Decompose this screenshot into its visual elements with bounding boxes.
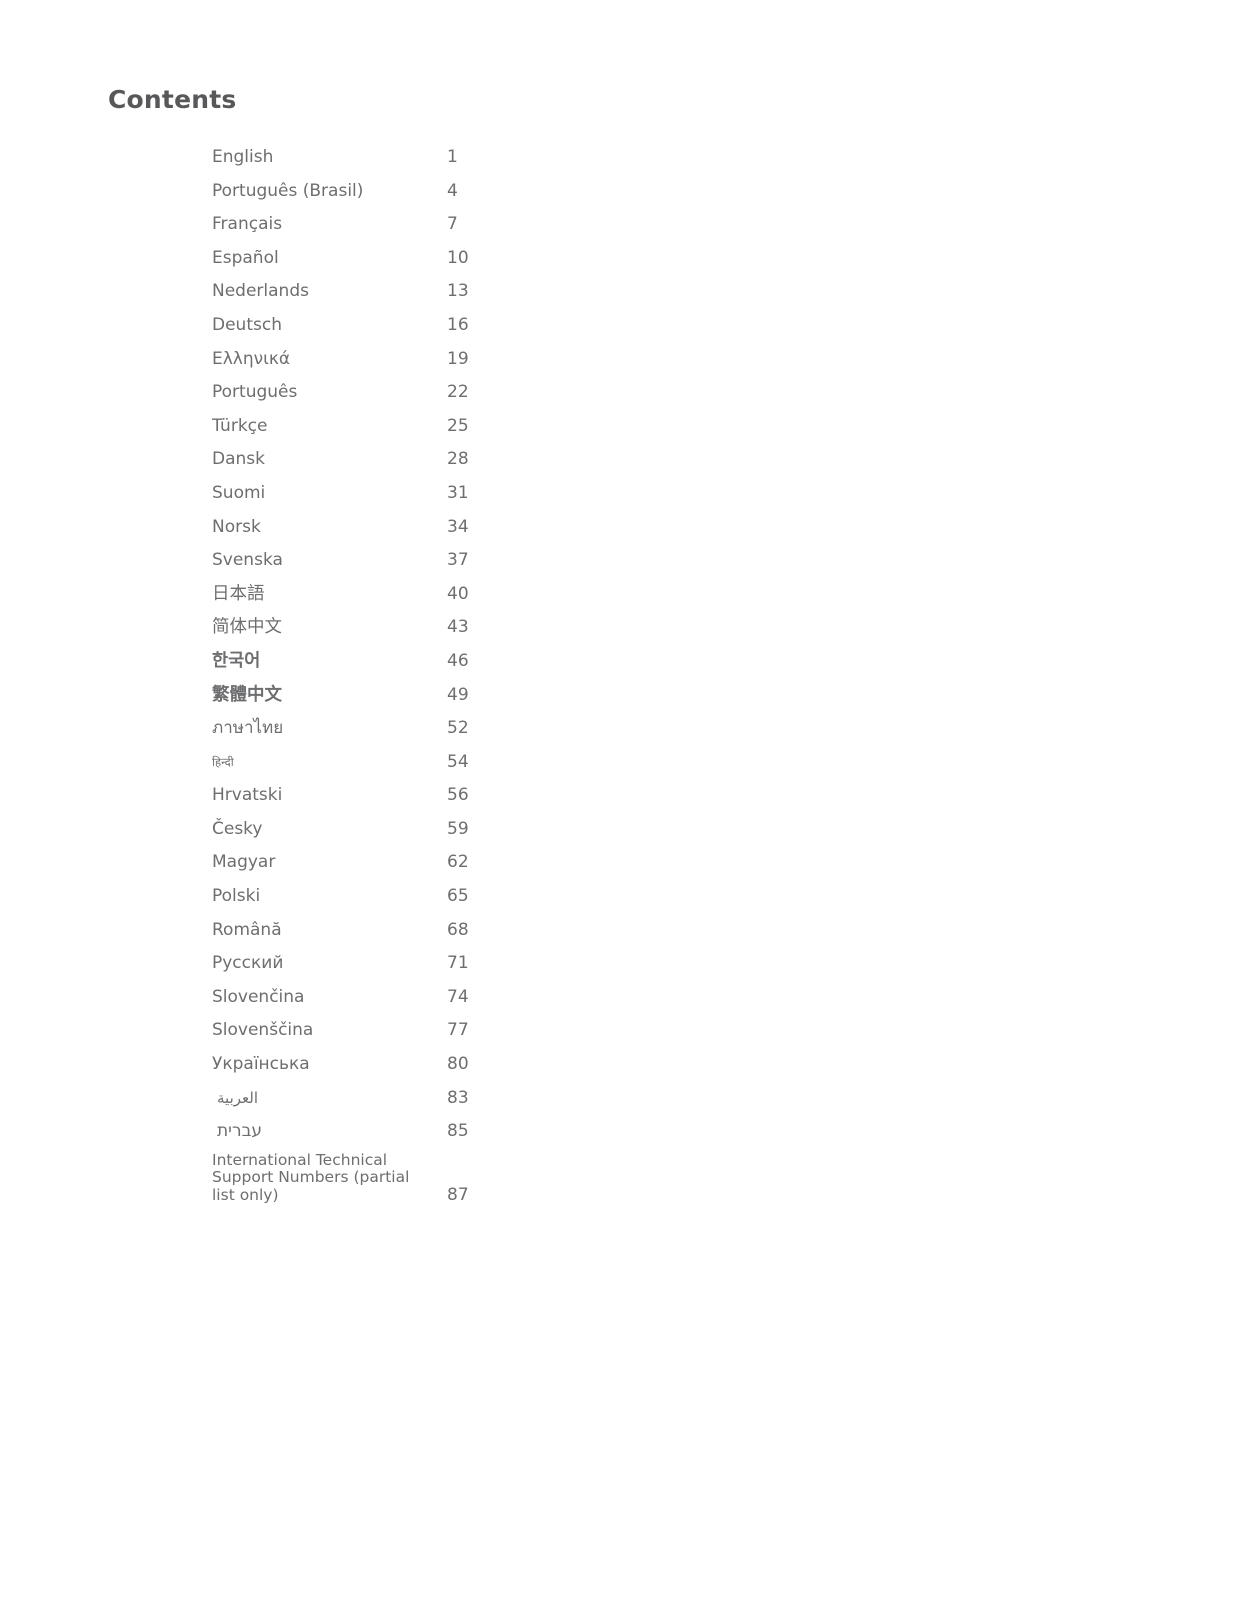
toc-entry[interactable]: 繁體中文 49	[212, 679, 632, 713]
toc-entry-label: 简体中文	[212, 617, 282, 638]
toc-entry[interactable]: Deutsch 16	[212, 309, 632, 343]
toc-entry[interactable]: Português 22	[212, 376, 632, 410]
toc-entry-label: 한국어	[212, 650, 261, 671]
toc-entry-label: 繁體中文	[212, 684, 282, 705]
toc-entry-page-number: 13	[447, 281, 469, 302]
toc-entry[interactable]: Ελληνικά 19	[212, 343, 632, 377]
toc-entry-page-number: 68	[447, 919, 469, 940]
toc-entry-page-number: 7	[447, 214, 458, 235]
toc-entry[interactable]: हिन्दी 54	[212, 746, 632, 780]
toc-entry-page-number: 25	[447, 415, 469, 436]
toc-entry-page-number: 77	[447, 1020, 469, 1041]
toc-entry-page-number: 59	[447, 818, 469, 839]
toc-entry[interactable]: Nederlands 13	[212, 275, 632, 309]
toc-entry-label: Dansk	[212, 449, 265, 470]
toc-entry[interactable]: International Technical Support Numbers …	[212, 1150, 632, 1205]
toc-entry[interactable]: العربية 83	[212, 1082, 632, 1116]
toc-entry-label: Slovenščina	[212, 1020, 314, 1041]
toc-entry-label: עברית	[217, 1121, 263, 1142]
toc-entry-label: Česky	[212, 818, 263, 839]
toc-entry-page-number: 28	[447, 449, 469, 470]
toc-entry[interactable]: Polski 65	[212, 880, 632, 914]
toc-entry-page-number: 10	[447, 247, 469, 268]
toc-entry-label: العربية	[217, 1088, 258, 1107]
toc-entry-page-number: 83	[447, 1087, 469, 1108]
toc-entry-page-number: 56	[447, 785, 469, 806]
toc-entry-label: Svenska	[212, 550, 283, 571]
toc-entry[interactable]: Português (Brasil) 4	[212, 175, 632, 209]
toc-entry-label: 日本語	[212, 583, 265, 604]
toc-entry-label: Nederlands	[212, 281, 309, 302]
toc-entry-page-number: 62	[447, 852, 469, 873]
toc-entry-page-number: 19	[447, 348, 469, 369]
toc-entry[interactable]: Slovenščina 77	[212, 1014, 632, 1048]
toc-entry-page-number: 46	[447, 650, 469, 671]
toc-entry-page-number: 22	[447, 382, 469, 403]
toc-entry-label: Norsk	[212, 516, 261, 537]
toc-entry[interactable]: Svenska 37	[212, 544, 632, 578]
toc-entry-label: International Technical Support Numbers …	[212, 1150, 410, 1204]
toc-entry[interactable]: עברית 85	[212, 1115, 632, 1149]
toc-entry-page-number: 52	[447, 718, 469, 739]
toc-entry[interactable]: Suomi 31	[212, 477, 632, 511]
toc-entry-label: Español	[212, 247, 279, 268]
toc-entry-page-number: 85	[447, 1121, 469, 1142]
toc-entry-label: Suomi	[212, 482, 266, 503]
toc-entry-page-number: 54	[447, 751, 469, 772]
toc-entry-page-number: 80	[447, 1054, 469, 1075]
toc-entry[interactable]: 한국어 46	[212, 645, 632, 679]
toc-entry-page-number: 16	[447, 314, 469, 335]
toc-entry[interactable]: Hrvatski 56	[212, 779, 632, 813]
toc-entry[interactable]: Slovenčina 74	[212, 981, 632, 1015]
table-of-contents: English 1 Português (Brasil) 4 Français 7 Espa…	[212, 141, 632, 1204]
toc-entry-label: Hrvatski	[212, 785, 283, 806]
toc-entry[interactable]: English 1	[212, 141, 632, 175]
toc-entry-page-number: 49	[447, 684, 469, 705]
toc-entry[interactable]: Українська 80	[212, 1048, 632, 1082]
toc-entry-page-number: 65	[447, 886, 469, 907]
page-title: Contents	[108, 85, 237, 114]
toc-entry-page-number: 37	[447, 550, 469, 571]
toc-entry-label: Українська	[212, 1054, 310, 1075]
toc-entry[interactable]: Česky 59	[212, 813, 632, 847]
toc-entry-label: Ελληνικά	[212, 348, 291, 369]
toc-entry[interactable]: Français 7	[212, 208, 632, 242]
toc-entry-label: Slovenčina	[212, 986, 305, 1007]
toc-entry[interactable]: Română 68	[212, 914, 632, 948]
toc-entry-label: Français	[212, 214, 283, 235]
toc-entry-label: Română	[212, 919, 282, 940]
toc-entry-label: English	[212, 147, 274, 167]
toc-entry-label: Magyar	[212, 852, 276, 873]
toc-entry-page-number: 74	[447, 986, 469, 1007]
toc-entry-page-number: 31	[447, 482, 469, 503]
toc-entry-page-number: 34	[447, 516, 469, 537]
toc-entry-label: हिन्दी	[212, 754, 234, 769]
toc-entry[interactable]: 日本語 40	[212, 578, 632, 612]
toc-entry-page-number: 43	[447, 617, 469, 638]
toc-entry-page-number: 1	[447, 147, 458, 167]
toc-entry-page-number: 40	[447, 583, 469, 604]
toc-entry-label: Русский	[212, 953, 284, 974]
toc-entry-label: ภาษาไทย	[212, 718, 284, 739]
toc-entry-label: Português	[212, 382, 298, 403]
toc-entry-label: Deutsch	[212, 314, 282, 335]
toc-entry[interactable]: Türkçe 25	[212, 410, 632, 444]
toc-entry-page-number: 87	[447, 1184, 469, 1205]
document-page: Contents English 1 Português (Brasil) 4 Fran…	[0, 0, 1237, 1600]
toc-entry-page-number: 4	[447, 180, 458, 201]
toc-entry[interactable]: 简体中文 43	[212, 611, 632, 645]
toc-entry[interactable]: Magyar 62	[212, 846, 632, 880]
toc-entry[interactable]: Dansk 28	[212, 443, 632, 477]
toc-entry-label: Polski	[212, 886, 261, 907]
toc-entry-label: Türkçe	[212, 415, 268, 436]
toc-entry-page-number: 71	[447, 953, 469, 974]
toc-entry[interactable]: Norsk 34	[212, 511, 632, 545]
toc-entry[interactable]: Español 10	[212, 242, 632, 276]
toc-entry-label: Português (Brasil)	[212, 180, 364, 201]
toc-entry[interactable]: Русский 71	[212, 947, 632, 981]
toc-entry[interactable]: ภาษาไทย 52	[212, 712, 632, 746]
